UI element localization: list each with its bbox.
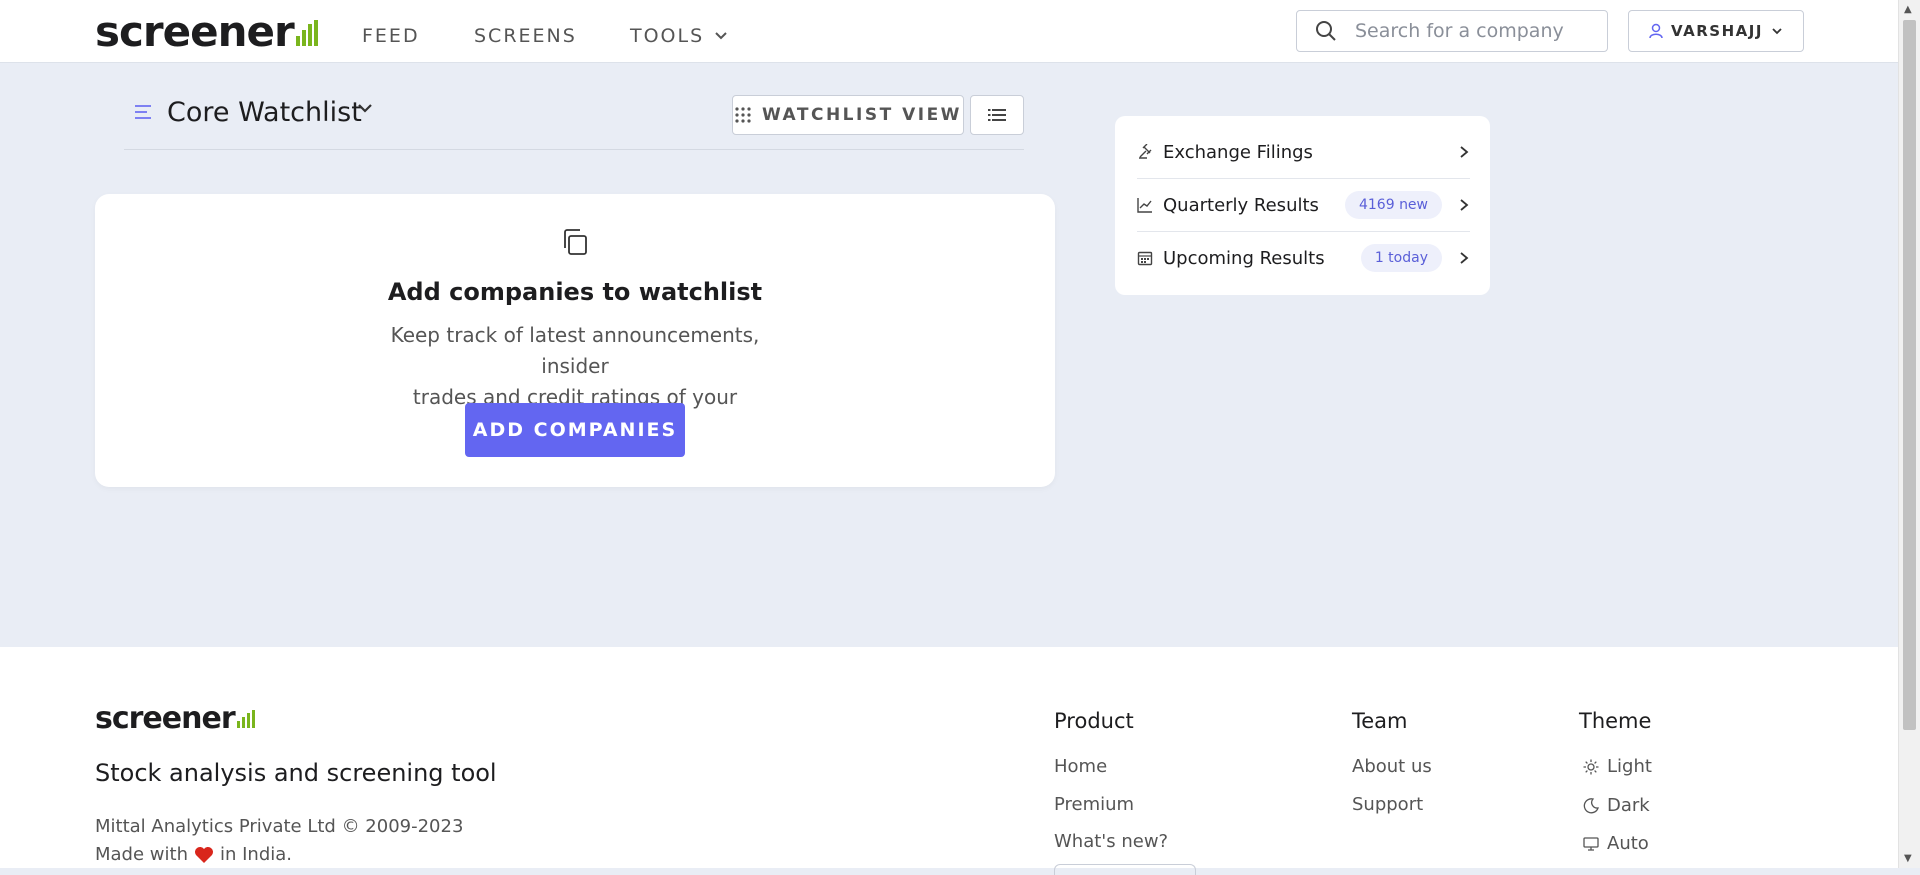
nav-feed[interactable]: FEED <box>362 25 420 47</box>
footer-logo[interactable]: screener <box>95 701 255 736</box>
user-icon <box>1649 23 1663 39</box>
new-count-badge: 4169 new <box>1344 191 1442 219</box>
heart-icon <box>194 846 213 863</box>
footer-logo-text: screener <box>95 701 236 736</box>
menu-lines-icon[interactable] <box>134 103 152 121</box>
sun-icon <box>1583 759 1599 774</box>
logo-bars-icon <box>295 20 318 46</box>
updates-panel: Exchange Filings Quarterly Results 4169 … <box>1115 116 1490 295</box>
watchlist-title[interactable]: Core Watchlist <box>167 95 362 131</box>
theme-dark-label: Dark <box>1607 795 1650 816</box>
watchlist-view-label: WATCHLIST VIEW <box>762 105 962 125</box>
made-prefix: Made with <box>95 844 188 865</box>
theme-light-label: Light <box>1607 756 1652 777</box>
top-navbar: screener FEED SCREENS TOOLS VARSHAJJ <box>0 0 1898 63</box>
scroll-up-arrow-icon[interactable]: ▲ <box>1904 4 1912 15</box>
logo-text: screener <box>95 7 295 56</box>
search-icon <box>1316 21 1336 41</box>
chevron-right-icon <box>1460 199 1469 211</box>
footer-link-about-us[interactable]: About us <box>1352 756 1432 777</box>
monitor-icon <box>1583 836 1599 851</box>
copy-icon <box>564 229 587 255</box>
side-item-label: Upcoming Results <box>1163 247 1325 269</box>
chevron-down-icon <box>1772 28 1782 35</box>
theme-auto-option[interactable]: Auto <box>1583 833 1649 854</box>
screener-logo[interactable]: screener <box>95 11 318 53</box>
search-box[interactable] <box>1296 10 1608 52</box>
footer-partial-button[interactable] <box>1054 864 1196 875</box>
exchange-filings-link[interactable]: Exchange Filings <box>1137 126 1470 179</box>
footer-product-title: Product <box>1054 709 1134 733</box>
made-suffix: in India. <box>219 844 293 865</box>
chart-line-icon <box>1137 197 1163 213</box>
side-item-label: Quarterly Results <box>1163 194 1319 216</box>
user-name: VARSHAJJ <box>1671 22 1763 40</box>
logo-bars-icon <box>236 710 255 728</box>
list-icon <box>988 109 1006 121</box>
search-input[interactable] <box>1353 19 1597 43</box>
calendar-icon <box>1137 250 1163 266</box>
theme-dark-option[interactable]: Dark <box>1583 795 1650 816</box>
list-view-button[interactable] <box>970 95 1024 135</box>
user-menu-button[interactable]: VARSHAJJ <box>1628 10 1804 52</box>
gavel-icon <box>1137 144 1163 160</box>
footer-copyright: Mittal Analytics Private Ltd © 2009-2023 <box>95 816 464 837</box>
footer-link-premium[interactable]: Premium <box>1054 794 1134 815</box>
page-footer: screener Stock analysis and screening to… <box>0 647 1898 875</box>
scrollbar-thumb[interactable] <box>1903 20 1916 730</box>
nav-screens[interactable]: SCREENS <box>474 25 577 47</box>
footer-link-whats-new[interactable]: What's new? <box>1054 831 1168 852</box>
scroll-down-arrow-icon[interactable]: ▼ <box>1904 853 1912 864</box>
watchlist-header: Core Watchlist WATCHLIST VIEW <box>124 95 1024 150</box>
empty-watchlist-card: Add companies to watchlist Keep track of… <box>95 194 1055 487</box>
side-item-label: Exchange Filings <box>1163 141 1313 163</box>
footer-theme-title: Theme <box>1579 709 1652 733</box>
footer-tagline: Stock analysis and screening tool <box>95 759 497 787</box>
watchlist-view-button[interactable]: WATCHLIST VIEW <box>732 95 964 135</box>
empty-state-title: Add companies to watchlist <box>387 278 763 306</box>
empty-state-line-1: Keep track of latest announcements, insi… <box>390 323 760 378</box>
theme-auto-label: Auto <box>1607 833 1649 854</box>
moon-icon <box>1583 797 1599 813</box>
footer-made-with: Made with in India. <box>95 844 292 865</box>
nav-tools-label: TOOLS <box>630 25 705 47</box>
footer-link-support[interactable]: Support <box>1352 794 1423 815</box>
upcoming-results-link[interactable]: Upcoming Results 1 today <box>1137 232 1470 284</box>
grid-dots-icon <box>735 107 751 123</box>
chevron-down-icon <box>715 32 727 40</box>
page-scrollbar[interactable]: ▲ ▼ <box>1898 0 1920 868</box>
theme-light-option[interactable]: Light <box>1583 756 1652 777</box>
footer-link-home[interactable]: Home <box>1054 756 1107 777</box>
today-count-badge: 1 today <box>1360 244 1442 272</box>
quarterly-results-link[interactable]: Quarterly Results 4169 new <box>1137 179 1470 232</box>
add-companies-button[interactable]: ADD COMPANIES <box>465 403 685 457</box>
chevron-right-icon <box>1460 146 1469 158</box>
footer-team-title: Team <box>1352 709 1408 733</box>
chevron-right-icon <box>1460 252 1469 264</box>
chevron-down-icon[interactable] <box>356 101 374 115</box>
nav-tools[interactable]: TOOLS <box>630 25 728 47</box>
